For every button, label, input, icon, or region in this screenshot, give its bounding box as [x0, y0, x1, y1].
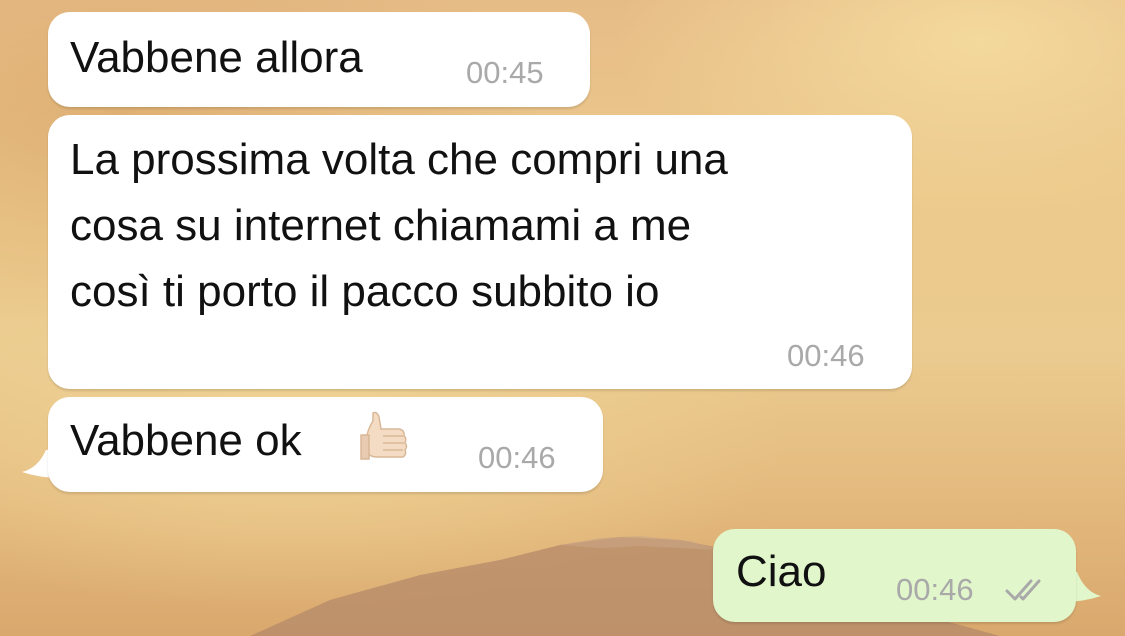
message-text: Vabbene ok	[70, 416, 302, 465]
message-bubble-incoming[interactable]: Vabbene allora 00:45	[48, 12, 590, 107]
message-text-line: così ti porto il pacco subbito io	[70, 267, 660, 316]
message-text: Vabbene allora	[70, 33, 363, 82]
message-bubble-incoming[interactable]: Vabbene ok 00:46	[48, 397, 603, 492]
message-bubble-outgoing[interactable]: Ciao 00:46	[713, 529, 1076, 622]
message-timestamp: 00:46	[478, 440, 556, 475]
message-bubble-incoming[interactable]: La prossima volta che compri una cosa su…	[48, 115, 912, 389]
thumbs-up-icon	[360, 411, 408, 460]
message-text-line: cosa su internet chiamami a me	[70, 201, 692, 250]
message-timestamp: 00:46	[787, 338, 865, 373]
message-text: Ciao	[736, 547, 827, 596]
message-timestamp: 00:45	[466, 55, 544, 90]
message-timestamp: 00:46	[896, 572, 974, 607]
message-text-line: La prossima volta che compri una	[70, 135, 728, 184]
double-check-icon	[1005, 579, 1041, 601]
